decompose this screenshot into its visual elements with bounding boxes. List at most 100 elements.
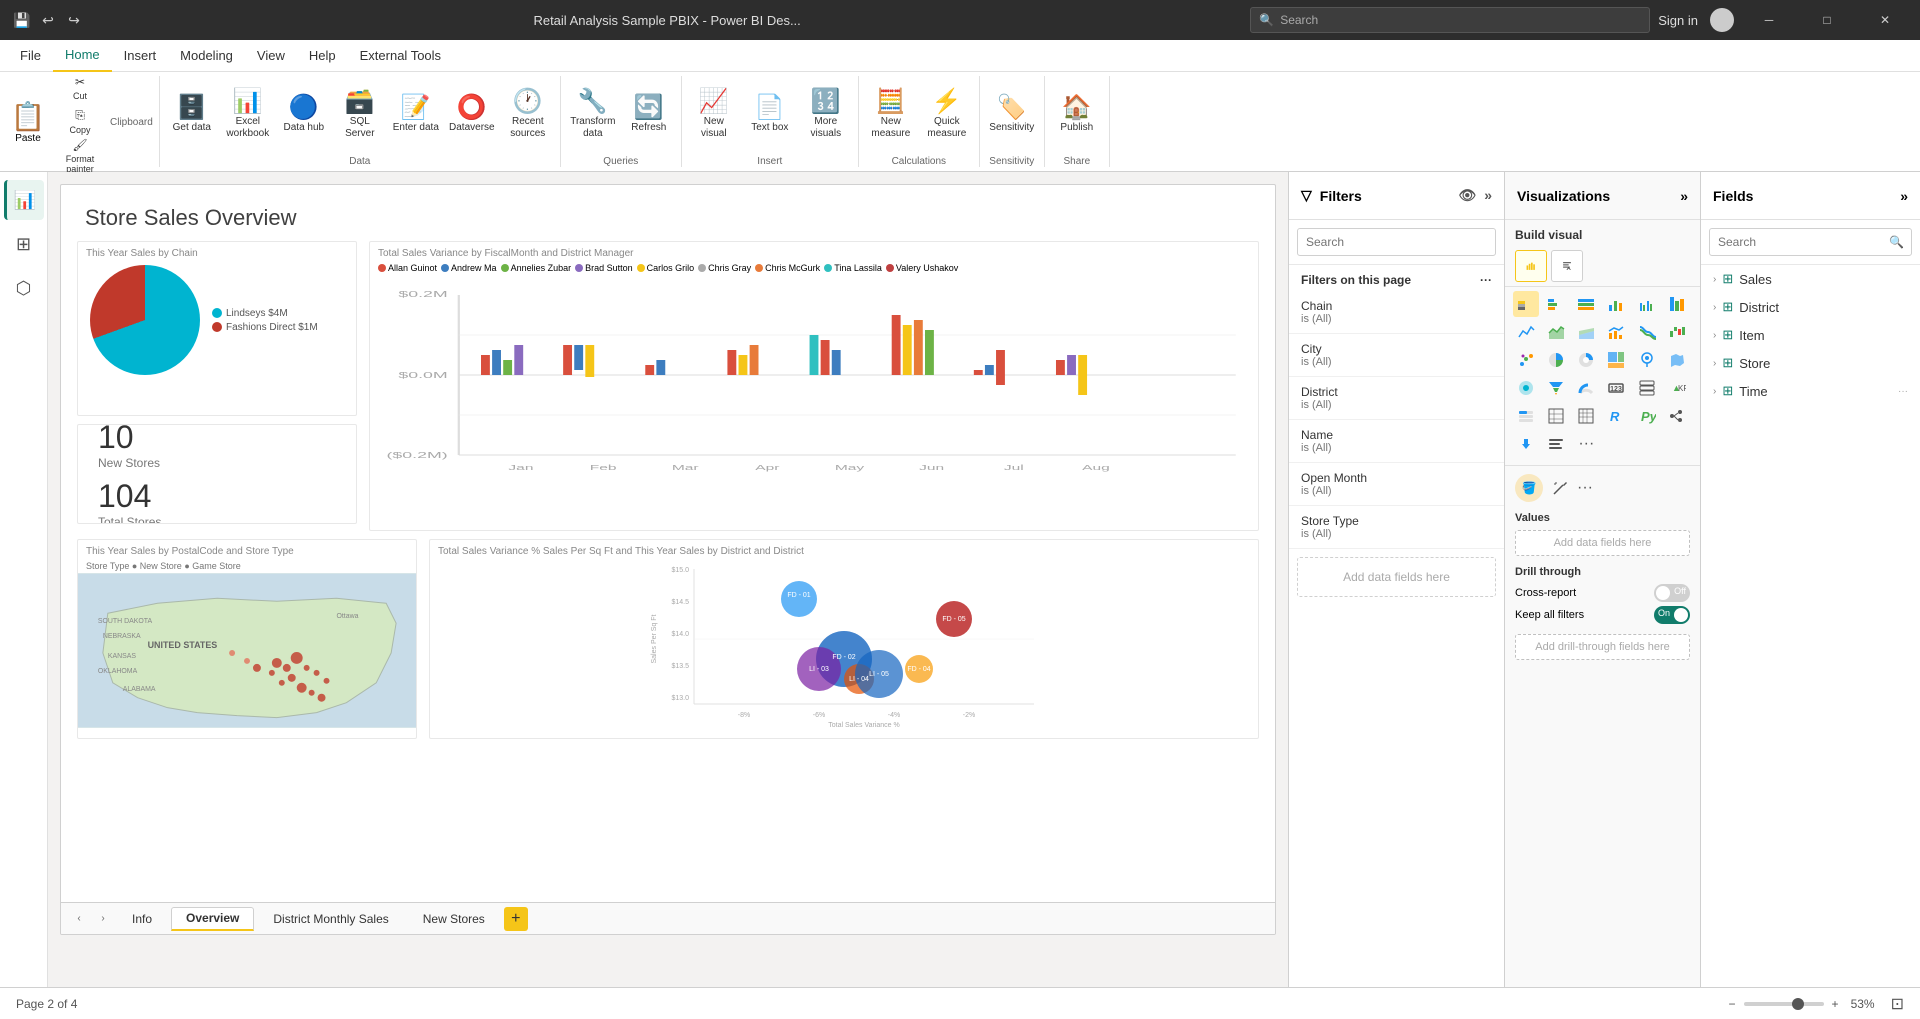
viz-icon-r-visual[interactable]: R xyxy=(1603,403,1629,429)
paste-button[interactable]: 📋 Paste xyxy=(6,96,50,148)
viz-tab-chart[interactable] xyxy=(1515,250,1547,282)
viz-expand-icon[interactable]: » xyxy=(1680,188,1688,204)
format-painter-button[interactable]: 🖌 Format painter xyxy=(54,140,106,172)
save-icon[interactable]: 💾 xyxy=(12,10,32,30)
get-data-button[interactable]: 🗄️ Get data xyxy=(166,80,218,150)
field-item[interactable]: › ⊞ Item xyxy=(1701,321,1920,349)
zoom-out-button[interactable]: − xyxy=(1729,997,1736,1011)
field-district[interactable]: › ⊞ District xyxy=(1701,293,1920,321)
menu-modeling[interactable]: Modeling xyxy=(168,40,245,72)
viz-icon-line-clustered[interactable] xyxy=(1603,319,1629,345)
tab-next-button[interactable]: › xyxy=(93,909,113,929)
filters-section-menu[interactable]: ··· xyxy=(1480,273,1492,287)
undo-icon[interactable]: ↩ xyxy=(38,10,58,30)
fields-expand-icon[interactable]: » xyxy=(1900,188,1908,204)
filters-expand-icon[interactable]: » xyxy=(1484,187,1492,204)
global-search-box[interactable]: 🔍 Search xyxy=(1250,7,1650,33)
maximize-button[interactable]: □ xyxy=(1804,0,1850,40)
refresh-button[interactable]: 🔄 Refresh xyxy=(623,80,675,150)
viz-icon-card[interactable]: 123 xyxy=(1603,375,1629,401)
publish-button[interactable]: 🏠 Publish xyxy=(1051,80,1103,150)
zoom-slider[interactable] xyxy=(1744,1002,1824,1006)
filter-item-open-month[interactable]: Open Month is (All) xyxy=(1289,463,1504,506)
tab-overview[interactable]: Overview xyxy=(171,907,254,931)
tab-info[interactable]: Info xyxy=(117,907,167,931)
viz-icon-stacked-column-100[interactable] xyxy=(1664,291,1690,317)
viz-icon-key-influencers[interactable] xyxy=(1513,431,1539,457)
viz-icon-decomp-tree[interactable] xyxy=(1664,403,1690,429)
zoom-in-button[interactable]: + xyxy=(1832,997,1839,1011)
bar-chart-container[interactable]: Total Sales Variance by FiscalMonth and … xyxy=(369,241,1259,531)
viz-icon-python[interactable]: Py xyxy=(1634,403,1660,429)
viz-icon-kpi[interactable]: ▲KPI xyxy=(1664,375,1690,401)
viz-icon-smart-narrative[interactable] xyxy=(1543,431,1569,457)
viz-more-icon[interactable]: ··· xyxy=(1577,479,1593,497)
map-container[interactable]: This Year Sales by PostalCode and Store … xyxy=(77,539,417,739)
viz-icon-waterfall[interactable] xyxy=(1664,319,1690,345)
menu-external-tools[interactable]: External Tools xyxy=(348,40,453,72)
enter-data-button[interactable]: 📝 Enter data xyxy=(390,80,442,150)
field-store[interactable]: › ⊞ Store xyxy=(1701,349,1920,377)
text-box-button[interactable]: 📄 Text box xyxy=(744,80,796,150)
viz-icon-azure-map[interactable] xyxy=(1513,375,1539,401)
menu-help[interactable]: Help xyxy=(297,40,348,72)
viz-icon-clustered-bar[interactable] xyxy=(1543,291,1569,317)
viz-paint-bucket[interactable]: 🪣 xyxy=(1515,474,1543,502)
viz-wand-icon[interactable] xyxy=(1551,479,1569,497)
field-time[interactable]: › ⊞ Time ··· xyxy=(1701,377,1920,405)
tab-district-monthly-sales[interactable]: District Monthly Sales xyxy=(258,907,403,931)
viz-icon-funnel[interactable] xyxy=(1543,375,1569,401)
filter-item-store-type[interactable]: Store Type is (All) xyxy=(1289,506,1504,549)
new-measure-button[interactable]: 🧮 New measure xyxy=(865,80,917,150)
viz-icon-table[interactable] xyxy=(1543,403,1569,429)
viz-icon-treemap[interactable] xyxy=(1603,347,1629,373)
tab-prev-button[interactable]: ‹ xyxy=(69,909,89,929)
viz-icon-slicer[interactable] xyxy=(1513,403,1539,429)
sensitivity-button[interactable]: 🏷️ Sensitivity xyxy=(986,80,1038,150)
filter-search-input[interactable] xyxy=(1297,228,1496,256)
viz-icon-pie[interactable] xyxy=(1543,347,1569,373)
viz-icon-stacked-area[interactable] xyxy=(1573,319,1599,345)
filter-item-name[interactable]: Name is (All) xyxy=(1289,420,1504,463)
kpi-container[interactable]: 10 New Stores 104 Total Stores xyxy=(77,424,357,524)
signin-label[interactable]: Sign in xyxy=(1658,13,1698,28)
redo-icon[interactable]: ↪ xyxy=(64,10,84,30)
viz-icon-stacked-bar-100[interactable] xyxy=(1573,291,1599,317)
cross-report-toggle[interactable]: Off xyxy=(1654,584,1690,602)
sql-server-button[interactable]: 🗃️ SQL Server xyxy=(334,80,386,150)
excel-workbook-button[interactable]: 📊 Excel workbook xyxy=(222,80,274,150)
viz-icon-gauge[interactable] xyxy=(1573,375,1599,401)
close-button[interactable]: ✕ xyxy=(1862,0,1908,40)
new-visual-button[interactable]: 📈 New visual xyxy=(688,80,740,150)
data-hub-button[interactable]: 🔵 Data hub xyxy=(278,80,330,150)
menu-insert[interactable]: Insert xyxy=(112,40,169,72)
viz-icon-ribbon[interactable] xyxy=(1634,319,1660,345)
add-page-button[interactable]: + xyxy=(504,907,528,931)
quick-measure-button[interactable]: ⚡ Quick measure xyxy=(921,80,973,150)
menu-home[interactable]: Home xyxy=(53,40,112,72)
menu-view[interactable]: View xyxy=(245,40,297,72)
transform-data-button[interactable]: 🔧 Transform data xyxy=(567,80,619,150)
keep-filters-toggle[interactable]: On xyxy=(1654,606,1690,624)
viz-icon-more[interactable]: ··· xyxy=(1573,431,1599,457)
more-visuals-button[interactable]: 🔢 More visuals xyxy=(800,80,852,150)
viz-icon-column[interactable] xyxy=(1603,291,1629,317)
nav-report-icon[interactable]: 📊 xyxy=(4,180,44,220)
pie-chart-container[interactable]: This Year Sales by Chain Lindseys $4M Fa… xyxy=(77,241,357,416)
nav-model-icon[interactable]: ⬡ xyxy=(4,268,44,308)
menu-file[interactable]: File xyxy=(8,40,53,72)
filter-item-city[interactable]: City is (All) xyxy=(1289,334,1504,377)
recent-sources-button[interactable]: 🕐 Recent sources xyxy=(502,80,554,150)
viz-icon-stacked-bar[interactable] xyxy=(1513,291,1539,317)
viz-icon-map[interactable] xyxy=(1634,347,1660,373)
filter-item-chain[interactable]: Chain is (All) xyxy=(1289,291,1504,334)
viz-icon-clustered-column[interactable] xyxy=(1634,291,1660,317)
nav-table-icon[interactable]: ⊞ xyxy=(4,224,44,264)
viz-icon-multi-row-card[interactable] xyxy=(1634,375,1660,401)
field-sales[interactable]: › ⊞ Sales xyxy=(1701,265,1920,293)
fields-search-input[interactable] xyxy=(1709,228,1912,256)
viz-tab-format[interactable] xyxy=(1551,250,1583,282)
viz-icon-scatter[interactable] xyxy=(1513,347,1539,373)
viz-icon-matrix[interactable] xyxy=(1573,403,1599,429)
viz-icon-area[interactable] xyxy=(1543,319,1569,345)
